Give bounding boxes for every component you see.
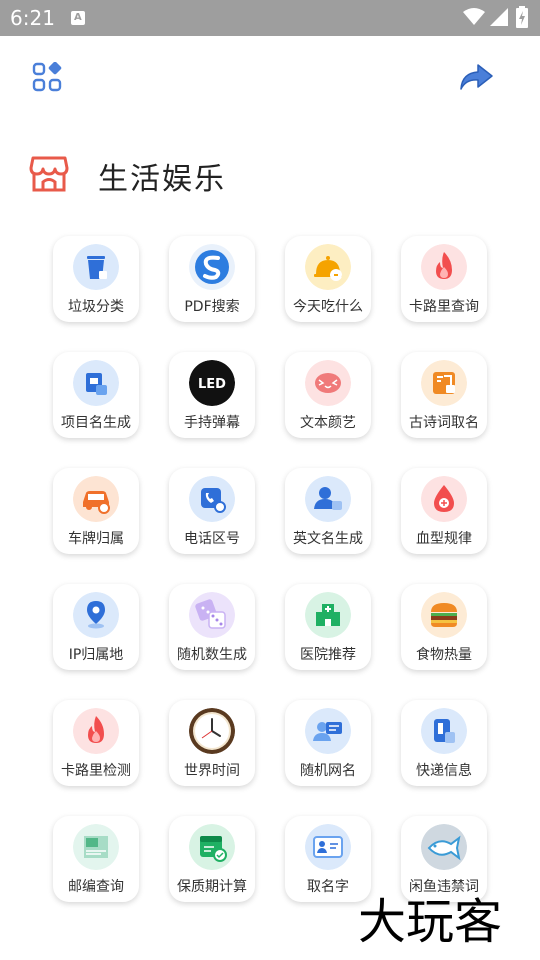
tool-label: 世界时间 bbox=[184, 763, 240, 779]
tool-label: 保质期计算 bbox=[177, 879, 247, 895]
signal-icon bbox=[490, 8, 508, 26]
battery-icon bbox=[516, 6, 528, 28]
tool-tile[interactable]: 随机数生成 bbox=[169, 584, 255, 670]
tool-tile[interactable]: 保质期计算 bbox=[169, 816, 255, 902]
tool-label: IP归属地 bbox=[68, 647, 124, 663]
tool-label: PDF搜索 bbox=[184, 299, 240, 315]
status-bar: 6:21 A bbox=[0, 0, 540, 36]
svg-text:LED: LED bbox=[198, 377, 226, 392]
tool-tile[interactable]: 项目名生成 bbox=[53, 352, 139, 438]
tool-label: 卡路里检测 bbox=[61, 763, 131, 779]
flame-check-icon bbox=[73, 708, 119, 754]
dice-icon bbox=[189, 592, 235, 638]
tool-label: 英文名生成 bbox=[293, 531, 363, 547]
id-card-icon bbox=[305, 824, 351, 870]
hospital-icon bbox=[305, 592, 351, 638]
tool-tile[interactable]: 垃圾分类 bbox=[53, 236, 139, 322]
notification-icon: A bbox=[71, 11, 85, 25]
tool-tile[interactable]: 邮编查询 bbox=[53, 816, 139, 902]
emoji-face-icon bbox=[305, 360, 351, 406]
tool-tile[interactable]: 快递信息 bbox=[401, 700, 487, 786]
shop-icon bbox=[29, 156, 69, 192]
blood-drop-icon bbox=[421, 476, 467, 522]
tool-label: 血型规律 bbox=[416, 531, 472, 547]
flame-icon bbox=[421, 244, 467, 290]
tool-tile[interactable]: 文本颜艺 bbox=[285, 352, 371, 438]
tool-label: 古诗词取名 bbox=[409, 415, 479, 431]
car-plate-icon bbox=[73, 476, 119, 522]
wifi-icon bbox=[463, 8, 485, 25]
clock-icon bbox=[189, 708, 235, 754]
tool-tile[interactable]: 英文名生成 bbox=[285, 468, 371, 554]
postcode-icon bbox=[73, 824, 119, 870]
delivery-icon bbox=[421, 708, 467, 754]
led-icon: LED bbox=[189, 360, 235, 406]
poem-icon bbox=[421, 360, 467, 406]
tool-tile[interactable]: 车牌归属 bbox=[53, 468, 139, 554]
trash-icon bbox=[73, 244, 119, 290]
tool-tile[interactable]: 古诗词取名 bbox=[401, 352, 487, 438]
tool-tile[interactable]: 医院推荐 bbox=[285, 584, 371, 670]
tool-tile[interactable]: LED 手持弹幕 bbox=[169, 352, 255, 438]
english-name-icon bbox=[305, 476, 351, 522]
apps-grid-icon[interactable] bbox=[32, 62, 62, 92]
project-name-icon bbox=[73, 360, 119, 406]
phone-icon bbox=[189, 476, 235, 522]
tool-tile[interactable]: 随机网名 bbox=[285, 700, 371, 786]
tool-label: 电话区号 bbox=[184, 531, 240, 547]
share-icon[interactable] bbox=[458, 62, 494, 92]
tool-tile[interactable]: 卡路里检测 bbox=[53, 700, 139, 786]
pdf-search-icon bbox=[189, 244, 235, 290]
tool-label: 随机数生成 bbox=[177, 647, 247, 663]
tool-label: 医院推荐 bbox=[300, 647, 356, 663]
status-time: 6:21 bbox=[10, 6, 55, 30]
tool-tile[interactable]: 食物热量 bbox=[401, 584, 487, 670]
tool-label: 食物热量 bbox=[416, 647, 472, 663]
tool-tile[interactable]: 今天吃什么 bbox=[285, 236, 371, 322]
tool-tile[interactable]: 卡路里查询 bbox=[401, 236, 487, 322]
tool-tile[interactable]: 电话区号 bbox=[169, 468, 255, 554]
tool-label: 文本颜艺 bbox=[300, 415, 356, 431]
tool-tile[interactable]: 世界时间 bbox=[169, 700, 255, 786]
tool-label: 快递信息 bbox=[416, 763, 472, 779]
tool-tile[interactable]: PDF搜索 bbox=[169, 236, 255, 322]
bottom-edge bbox=[0, 952, 540, 960]
location-pin-icon bbox=[73, 592, 119, 638]
tool-label: 今天吃什么 bbox=[293, 299, 363, 315]
calendar-check-icon bbox=[189, 824, 235, 870]
tool-label: 垃圾分类 bbox=[68, 299, 124, 315]
nickname-icon bbox=[305, 708, 351, 754]
tool-label: 手持弹幕 bbox=[184, 415, 240, 431]
watermark: 大玩客 bbox=[358, 894, 503, 950]
tool-label: 随机网名 bbox=[300, 763, 356, 779]
tool-label: 邮编查询 bbox=[68, 879, 124, 895]
notification-letter: A bbox=[74, 12, 82, 23]
food-bell-icon bbox=[305, 244, 351, 290]
tool-tile[interactable]: 血型规律 bbox=[401, 468, 487, 554]
burger-icon bbox=[421, 592, 467, 638]
tool-label: 卡路里查询 bbox=[409, 299, 479, 315]
tool-label: 车牌归属 bbox=[68, 531, 124, 547]
tool-tile[interactable]: IP归属地 bbox=[53, 584, 139, 670]
tool-label: 项目名生成 bbox=[61, 415, 131, 431]
section-title: 生活娱乐 bbox=[98, 162, 226, 197]
fish-icon bbox=[421, 824, 467, 870]
